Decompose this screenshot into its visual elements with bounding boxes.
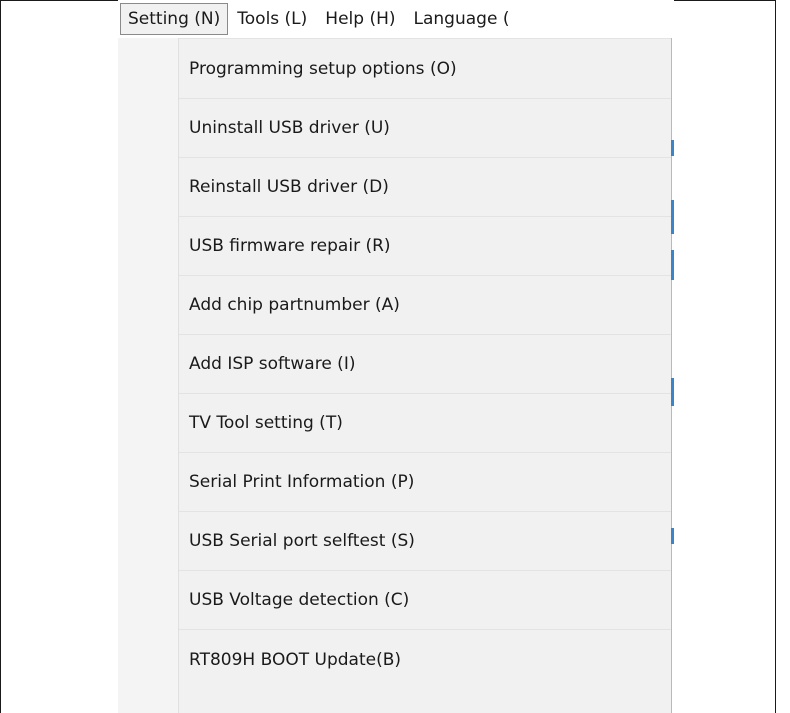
menu-setting[interactable]: Setting (N) xyxy=(120,3,229,35)
menu-item-add-chip-partnumber[interactable]: Add chip partnumber (A) xyxy=(179,276,671,335)
menu-bar: Setting (N) Tools (L) Help (H) Language … xyxy=(118,0,674,38)
menu-item-usb-firmware-repair[interactable]: USB firmware repair (R) xyxy=(179,217,671,276)
dropdown-items: Programming setup options (O) Uninstall … xyxy=(179,38,671,689)
setting-dropdown-menu: Programming setup options (O) Uninstall … xyxy=(118,38,672,713)
application-window: Setting (N) Tools (L) Help (H) Language … xyxy=(118,0,674,713)
menu-item-rt809h-boot-update[interactable]: RT809H BOOT Update(B) xyxy=(179,630,671,689)
menu-item-uninstall-usb-driver[interactable]: Uninstall USB driver (U) xyxy=(179,99,671,158)
background-window-edge xyxy=(671,140,674,156)
menu-item-reinstall-usb-driver[interactable]: Reinstall USB driver (D) xyxy=(179,158,671,217)
menu-item-usb-serial-port-selftest[interactable]: USB Serial port selftest (S) xyxy=(179,512,671,571)
menu-item-tv-tool-setting[interactable]: TV Tool setting (T) xyxy=(179,394,671,453)
menu-help[interactable]: Help (H) xyxy=(316,4,404,34)
menu-tools[interactable]: Tools (L) xyxy=(228,4,316,34)
menu-item-serial-print-information[interactable]: Serial Print Information (P) xyxy=(179,453,671,512)
background-window-edge xyxy=(671,250,674,280)
background-window-edge xyxy=(671,528,674,544)
background-window-edge xyxy=(671,378,674,406)
menu-icon-gutter xyxy=(118,38,178,713)
menu-item-usb-voltage-detection[interactable]: USB Voltage detection (C) xyxy=(179,571,671,630)
menu-item-add-isp-software[interactable]: Add ISP software (I) xyxy=(179,335,671,394)
menu-item-programming-setup-options[interactable]: Programming setup options (O) xyxy=(179,38,671,99)
background-window-edge xyxy=(671,200,674,234)
menu-language[interactable]: Language ( xyxy=(405,4,519,34)
